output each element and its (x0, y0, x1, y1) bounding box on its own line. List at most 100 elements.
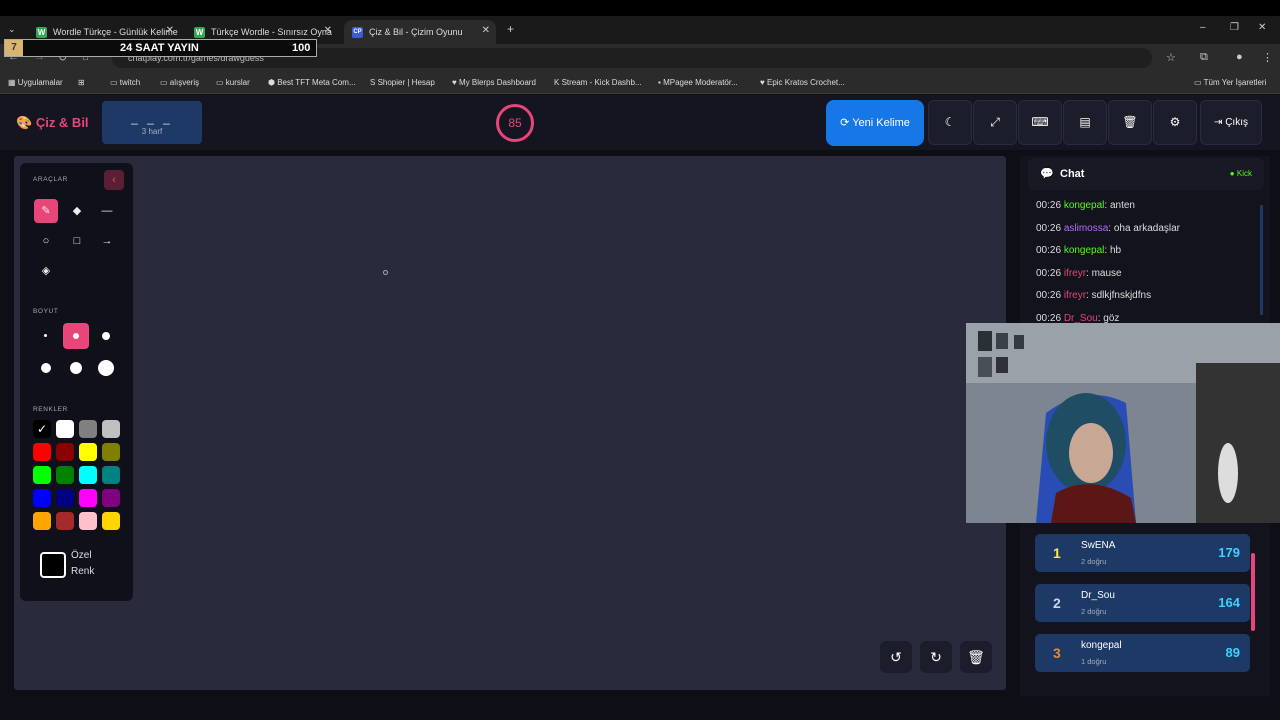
color-swatch-cyan[interactable] (79, 466, 97, 484)
size-option-3[interactable] (93, 323, 119, 349)
palette-icon: 🎨 (16, 115, 33, 130)
overlay-count: 100 (292, 42, 311, 54)
browser-tab-3[interactable]: CP Çiz & Bil - Çizim Oyunu ✕ (344, 20, 496, 44)
bookmark-item[interactable]: ▦ Uygulamalar (8, 78, 63, 87)
paint-bucket-icon: ◈ (41, 265, 51, 277)
drawing-canvas[interactable] (14, 156, 1006, 690)
size-option-4[interactable] (33, 355, 59, 381)
color-swatch-orange[interactable] (33, 512, 51, 530)
rectangle-tool[interactable]: □ (65, 229, 89, 253)
bookmark-item[interactable]: ♥ My Blerps Dashboard (452, 78, 536, 87)
selected-check-icon: ✓ (36, 422, 48, 436)
redo-button[interactable]: ↻ (920, 641, 952, 673)
bookmark-item[interactable]: ▪ MPagee Moderatör... (658, 78, 738, 87)
color-swatch-yellow[interactable] (79, 443, 97, 461)
eraser-tool[interactable]: ◆ (65, 199, 89, 223)
message-user[interactable]: aslimossa (1064, 223, 1108, 234)
close-tab-icon[interactable]: ✕ (324, 25, 332, 36)
message-text: : sdlkjfnskjdfns (1086, 290, 1152, 302)
message-user[interactable]: ifreyr (1064, 268, 1086, 279)
bookmark-item[interactable]: ♥ Epic Kratos Crochet... (760, 78, 845, 87)
size-option-5[interactable] (63, 355, 89, 381)
gear-icon: ⚙ (1169, 115, 1181, 129)
logout-icon: ⇥ (1214, 117, 1223, 128)
maximize-icon[interactable]: ❐ (1230, 22, 1239, 33)
bookmark-item[interactable]: S Shopier | Hesap (370, 78, 435, 87)
undo-button[interactable]: ↺ (880, 641, 912, 673)
color-swatch-black[interactable]: ✓ (33, 420, 51, 438)
close-tab-icon[interactable]: ✕ (166, 25, 174, 36)
clear-button[interactable]: 🗑 (1108, 100, 1152, 145)
clear-canvas-button[interactable]: 🗑 (960, 641, 992, 673)
player-name: kongepal (1081, 640, 1122, 651)
bookmark-item[interactable]: K Stream - Kick Dashb... (554, 78, 642, 87)
message-user[interactable]: kongepal (1064, 200, 1105, 211)
color-swatch-blue[interactable] (33, 489, 51, 507)
color-swatch-magenta[interactable] (79, 489, 97, 507)
tools-panel: ARAÇLAR ‹ ✎ ◆ — ○ □ → ◈ BOYUT RENKLER ✓ … (20, 163, 133, 601)
leaderboard-scrollbar[interactable] (1251, 553, 1255, 631)
new-tab-plus-icon[interactable]: + (507, 22, 514, 36)
size-option-2[interactable] (63, 323, 89, 349)
apps-grid-icon[interactable]: ⊞ (78, 78, 85, 87)
close-tab-icon[interactable]: ✕ (482, 25, 490, 36)
collapse-panel-button[interactable]: ‹ (104, 170, 124, 190)
close-window-icon[interactable]: ✕ (1258, 22, 1266, 33)
overlay-badge: 7 (5, 40, 23, 56)
fullscreen-button[interactable]: ⤢ (973, 100, 1017, 145)
new-word-button[interactable]: ⟳ Yeni Kelime (826, 100, 924, 146)
chat-title: Chat (1060, 168, 1085, 180)
bookmark-item[interactable]: ▭ kurslar (216, 78, 250, 87)
player-score: 164 (1218, 595, 1240, 610)
bookmark-item[interactable]: ▭ Tüm Yer İşaretleri (1194, 78, 1266, 87)
fill-tool[interactable]: ◈ (34, 259, 58, 283)
color-swatch-navy[interactable] (56, 489, 74, 507)
circle-tool[interactable]: ○ (34, 229, 58, 253)
archive-button[interactable]: ▤ (1063, 100, 1107, 145)
bookmark-star-icon[interactable]: ☆ (1166, 51, 1176, 64)
profile-avatar-icon[interactable]: ● (1236, 51, 1243, 63)
color-swatch-teal[interactable] (102, 466, 120, 484)
tab-title: Çiz & Bil - Çizim Oyunu (369, 27, 463, 37)
chat-message: 00:26 kongepal: hb (1036, 245, 1121, 256)
message-user[interactable]: ifreyr (1064, 290, 1086, 301)
color-swatch-lime[interactable] (33, 466, 51, 484)
bookmark-item[interactable]: ⬢ Best TFT Meta Com... (268, 78, 356, 87)
settings-button[interactable]: ⚙ (1153, 100, 1197, 145)
line-tool[interactable]: — (95, 199, 119, 223)
color-swatch-gold[interactable] (102, 512, 120, 530)
message-text: : mause (1086, 267, 1122, 279)
custom-color-swatch[interactable] (40, 552, 66, 578)
tab-list-chevron-icon[interactable]: ⌄ (8, 24, 16, 35)
color-swatch-brown[interactable] (56, 512, 74, 530)
brush-tool[interactable]: ✎ (34, 199, 58, 223)
arrow-tool[interactable]: → (95, 229, 119, 253)
size-option-1[interactable] (33, 323, 59, 349)
archive-icon: ▤ (1079, 115, 1091, 129)
color-swatch-white[interactable] (56, 420, 74, 438)
extensions-icon[interactable]: ⧉ (1200, 51, 1208, 64)
color-swatch-pink[interactable] (79, 512, 97, 530)
bookmark-item[interactable]: ▭ alışveriş (160, 78, 199, 87)
message-user[interactable]: kongepal (1064, 245, 1105, 256)
webcam-overlay (966, 323, 1280, 523)
color-swatch-dark-red[interactable] (56, 443, 74, 461)
color-swatch-green[interactable] (56, 466, 74, 484)
color-swatch-purple[interactable] (102, 489, 120, 507)
menu-kebab-icon[interactable]: ⋮ (1262, 51, 1273, 64)
bookmark-item[interactable]: ▭ twitch (110, 78, 140, 87)
message-text: : hb (1104, 245, 1122, 257)
color-swatch-olive[interactable] (102, 443, 120, 461)
color-swatch-gray[interactable] (79, 420, 97, 438)
minimize-icon[interactable]: – (1200, 22, 1206, 33)
color-swatch-silver[interactable] (102, 420, 120, 438)
message-text: : oha arkadaşlar (1108, 222, 1180, 234)
color-swatch-red[interactable] (33, 443, 51, 461)
chat-scrollbar[interactable] (1260, 205, 1263, 315)
exit-button[interactable]: ⇥ Çıkış (1200, 100, 1262, 145)
dark-mode-button[interactable]: ☾ (928, 100, 972, 145)
size-option-6[interactable] (93, 355, 119, 381)
undo-icon: ↺ (890, 649, 902, 665)
keyboard-button[interactable]: ⌨ (1018, 100, 1062, 145)
player-correct-count: 2 doğru (1081, 557, 1107, 566)
